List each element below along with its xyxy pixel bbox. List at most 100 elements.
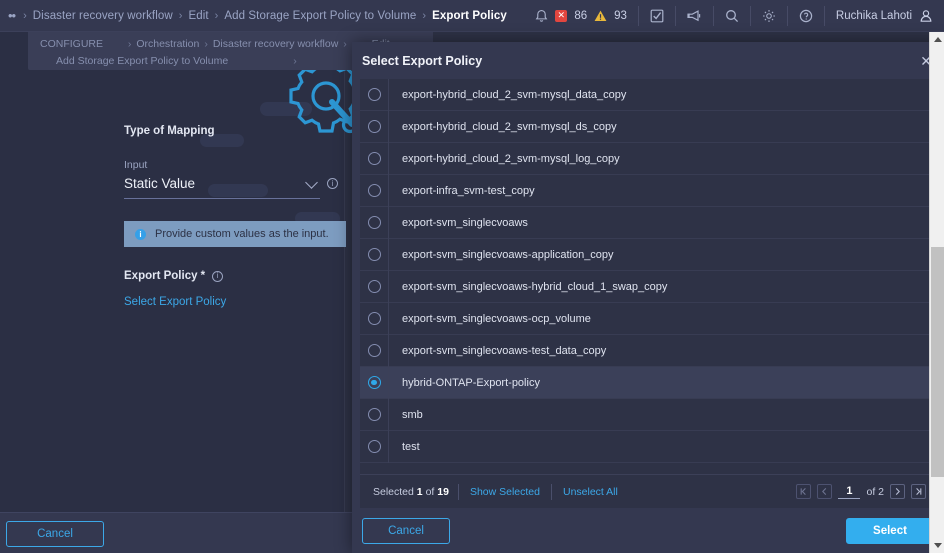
radio-button[interactable]: [368, 312, 381, 325]
list-footer: Selected 1 of 19 Show Selected Unselect …: [360, 474, 936, 508]
select-export-policy-modal: Select Export Policy ✕ export-hybrid_clo…: [352, 42, 944, 553]
selected-count: 1: [417, 486, 423, 498]
radio-cell: [360, 271, 389, 303]
warning-count: 93: [614, 10, 627, 22]
browser-scrollbar[interactable]: [929, 32, 944, 553]
radio-button[interactable]: [368, 152, 381, 165]
subcrumb-item-orchestration[interactable]: Orchestration: [136, 38, 199, 50]
bell-icon[interactable]: [535, 9, 548, 23]
list-item-label: export-svm_singlecvoaws-application_copy: [389, 249, 614, 261]
radio-button[interactable]: [368, 376, 381, 389]
current-page-number[interactable]: 1: [838, 485, 860, 499]
unselect-all-link[interactable]: Unselect All: [552, 486, 629, 498]
help-icon[interactable]: [799, 9, 813, 23]
last-page-button[interactable]: [911, 484, 926, 499]
info-circle-icon: i: [135, 229, 146, 240]
gear-icon[interactable]: [762, 9, 776, 23]
user-icon[interactable]: [919, 9, 933, 23]
notifications-group: ✕ 86 93: [524, 0, 638, 32]
list-item[interactable]: export-svm_singlecvoaws-application_copy: [360, 239, 936, 271]
selected-total: 19: [437, 486, 449, 498]
radio-button[interactable]: [368, 440, 381, 453]
info-banner: i Provide custom values as the input.: [124, 221, 346, 247]
radio-cell: [360, 207, 389, 239]
radio-cell: [360, 79, 389, 111]
radio-cell: [360, 239, 389, 271]
radio-cell: [360, 143, 389, 175]
list-item[interactable]: export-svm_singlecvoaws-hybrid_cloud_1_s…: [360, 271, 936, 303]
megaphone-icon[interactable]: [687, 9, 702, 23]
first-page-button[interactable]: [796, 484, 811, 499]
radio-cell: [360, 111, 389, 143]
list-item[interactable]: export-hybrid_cloud_2_svm-mysql_ds_copy: [360, 111, 936, 143]
subcrumb-separator: ›: [123, 38, 137, 50]
error-count: 86: [574, 10, 587, 22]
next-page-button[interactable]: [890, 484, 905, 499]
input-select-value: Static Value: [124, 176, 195, 191]
breadcrumb: •• › Disaster recovery workflow › Edit ›…: [0, 0, 507, 32]
list-item-label: smb: [389, 409, 423, 421]
list-item[interactable]: export-svm_singlecvoaws: [360, 207, 936, 239]
list-item-label: export-svm_singlecvoaws-ocp_volume: [389, 313, 591, 325]
list-item[interactable]: smb: [360, 399, 936, 431]
tasks-group: [639, 0, 675, 32]
radio-button[interactable]: [368, 184, 381, 197]
radio-button[interactable]: [368, 88, 381, 101]
modal-body: export-hybrid_cloud_2_svm-mysql_data_cop…: [360, 79, 936, 508]
input-select[interactable]: Static Value i: [124, 175, 320, 199]
prev-page-button[interactable]: [817, 484, 832, 499]
radio-cell: [360, 399, 389, 431]
subcrumb-item-add-storage[interactable]: Add Storage Export Policy to Volume: [56, 55, 228, 67]
selected-prefix: Selected: [373, 486, 414, 498]
scroll-down-arrow-icon[interactable]: [930, 538, 944, 553]
radio-cell: [360, 431, 389, 463]
radio-cell: [360, 335, 389, 367]
radio-button[interactable]: [368, 280, 381, 293]
error-badge-icon[interactable]: ✕: [555, 10, 567, 22]
info-icon[interactable]: i: [327, 178, 338, 189]
radio-button[interactable]: [368, 216, 381, 229]
task-check-icon[interactable]: [650, 9, 664, 23]
info-icon[interactable]: i: [212, 271, 223, 282]
radio-button[interactable]: [368, 344, 381, 357]
modal-select-button[interactable]: Select: [846, 518, 934, 544]
scroll-up-arrow-icon[interactable]: [930, 32, 944, 47]
breadcrumb-item-0[interactable]: Disaster recovery workflow: [33, 10, 173, 22]
modal-title: Select Export Policy: [362, 54, 482, 68]
top-navigation-bar: •• › Disaster recovery workflow › Edit ›…: [0, 0, 944, 32]
show-selected-link[interactable]: Show Selected: [459, 486, 551, 498]
breadcrumb-separator: ›: [23, 10, 27, 22]
list-item[interactable]: hybrid-ONTAP-Export-policy: [360, 367, 936, 399]
radio-button[interactable]: [368, 408, 381, 421]
breadcrumb-item-1[interactable]: Edit: [188, 10, 208, 22]
export-policy-field-row: Export Policy * i: [124, 270, 346, 282]
list-item-label: export-svm_singlecvoaws-hybrid_cloud_1_s…: [389, 281, 667, 293]
list-item-label: export-infra_svm-test_copy: [389, 185, 535, 197]
help-group: [788, 0, 824, 32]
list-item[interactable]: export-svm_singlecvoaws-ocp_volume: [360, 303, 936, 335]
top-bar-actions: ✕ 86 93: [524, 0, 944, 32]
list-item[interactable]: export-hybrid_cloud_2_svm-mysql_log_copy: [360, 143, 936, 175]
select-export-policy-link[interactable]: Select Export Policy: [124, 296, 226, 308]
radio-button[interactable]: [368, 120, 381, 133]
search-icon[interactable]: [725, 9, 739, 23]
list-item[interactable]: export-svm_singlecvoaws-test_data_copy: [360, 335, 936, 367]
announcements-group: [676, 0, 713, 32]
breadcrumb-item-2[interactable]: Add Storage Export Policy to Volume: [224, 10, 416, 22]
list-item[interactable]: export-infra_svm-test_copy: [360, 175, 936, 207]
subcrumb-item-configure[interactable]: CONFIGURE: [40, 38, 103, 50]
radio-button[interactable]: [368, 248, 381, 261]
warning-icon[interactable]: [594, 10, 607, 22]
modal-cancel-button[interactable]: Cancel: [362, 518, 450, 544]
breadcrumb-separator: ›: [422, 10, 426, 22]
list-item[interactable]: export-hybrid_cloud_2_svm-mysql_data_cop…: [360, 79, 936, 111]
user-group[interactable]: Ruchika Lahoti: [825, 0, 944, 32]
list-item-label: export-hybrid_cloud_2_svm-mysql_ds_copy: [389, 121, 617, 133]
breadcrumb-overflow-dots[interactable]: ••: [8, 8, 17, 23]
subcrumb-item-workflow[interactable]: Disaster recovery workflow: [213, 38, 338, 50]
scrollbar-thumb[interactable]: [931, 247, 944, 477]
chevron-down-icon[interactable]: [305, 176, 318, 189]
cancel-button[interactable]: Cancel: [6, 521, 104, 547]
list-item[interactable]: test: [360, 431, 936, 463]
export-policy-label: Export Policy *: [124, 270, 205, 282]
